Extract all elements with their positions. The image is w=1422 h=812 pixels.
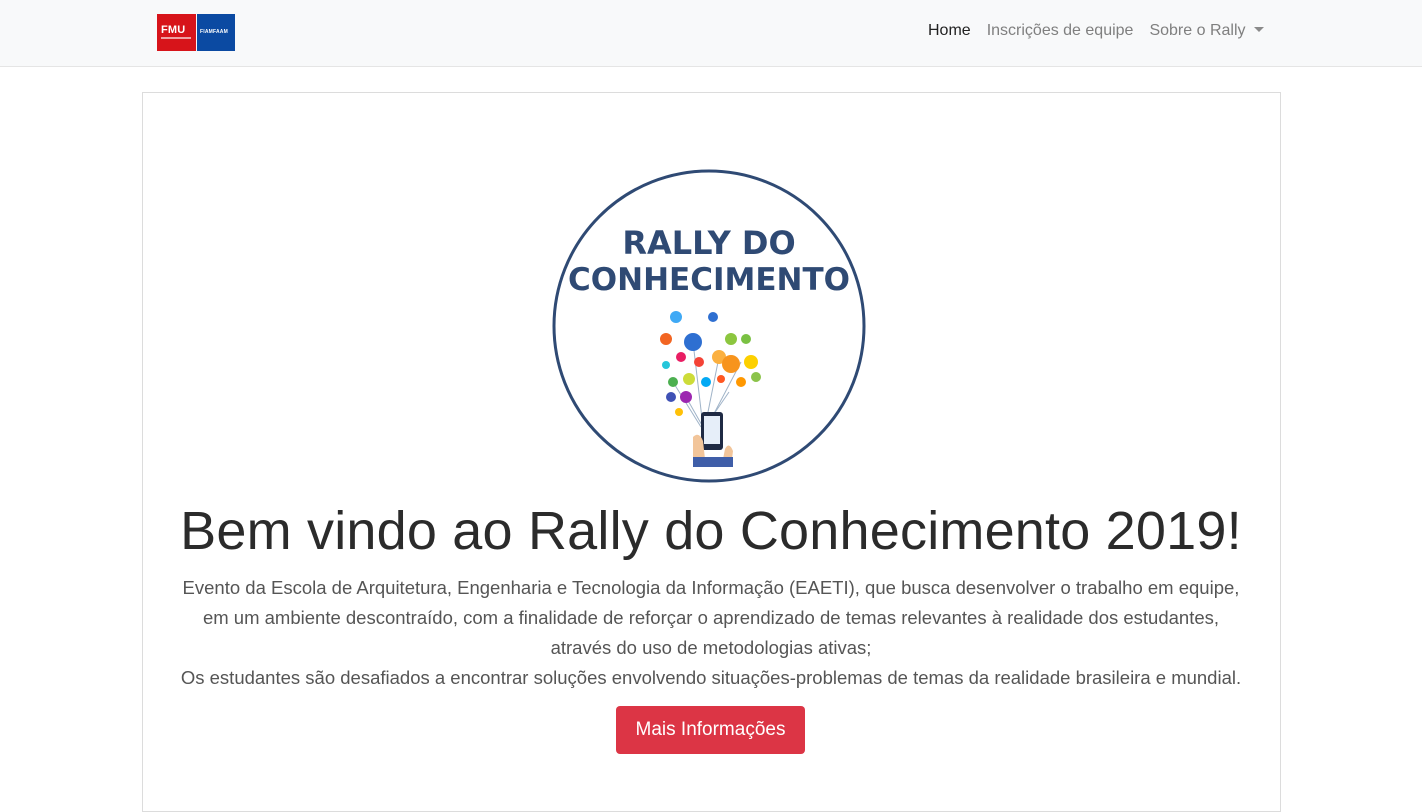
page-title: Bem vindo ao Rally do Conhecimento 2019! [180,501,1242,561]
nav-inscricoes[interactable]: Inscrições de equipe [987,22,1134,40]
fiamfaam-logo: FIAMFAAM [197,14,235,51]
rally-logo-graphic: RALLY DO CONHECIMENTO [552,169,866,483]
chevron-down-icon [1253,27,1264,32]
fmu-logo: FMU [157,14,196,51]
main-nav: Home Inscrições de equipe Sobre o Rally [928,22,1280,40]
event-description: Evento da Escola de Arquitetura, Engenha… [160,573,1262,693]
brand-logo[interactable]: FMU FIAMFAAM [157,14,235,51]
top-navbar: FMU FIAMFAAM Home Inscrições de equipe S… [0,0,1422,67]
nav-home[interactable]: Home [928,22,971,40]
logo-line1: RALLY DO [622,224,795,262]
nav-sobre-label: Sobre o Rally [1149,22,1246,39]
rally-logo-image: RALLY DO CONHECIMENTO [541,157,880,494]
nav-sobre-dropdown[interactable]: Sobre o Rally [1149,22,1264,40]
logo-line2: CONHECIMENTO [568,262,850,298]
description-line: Os estudantes são desafiados a encontrar… [180,667,1242,688]
description-line: em um ambiente descontraído, com a final… [202,607,1220,628]
more-info-button[interactable]: Mais Informações [616,706,805,754]
fmu-logo-text: FMU [161,24,186,36]
fiamfaam-logo-text: FIAMFAAM [200,29,228,35]
description-line: Evento da Escola de Arquitetura, Engenha… [182,577,1240,598]
description-line: através do uso de metodologias ativas; [550,637,872,658]
